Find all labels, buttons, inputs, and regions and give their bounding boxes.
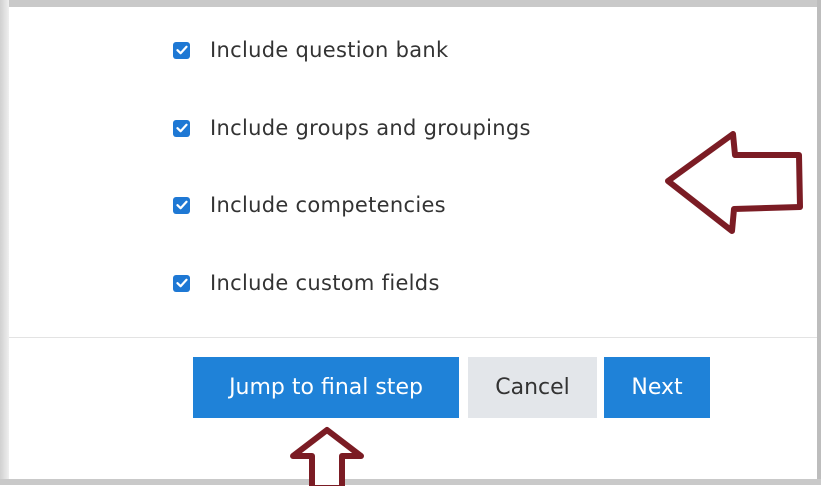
option-include-competencies[interactable]: Include competencies bbox=[173, 191, 446, 219]
checkmark-icon bbox=[175, 278, 188, 288]
left-pointing-arrow-icon bbox=[665, 131, 803, 234]
window-frame-top bbox=[0, 0, 821, 7]
option-label: Include groups and groupings bbox=[210, 116, 531, 140]
cancel-button[interactable]: Cancel bbox=[468, 357, 597, 418]
option-label: Include competencies bbox=[210, 193, 446, 217]
option-label: Include question bank bbox=[210, 38, 449, 62]
checkbox-question-bank[interactable] bbox=[173, 41, 190, 59]
jump-to-final-step-button[interactable]: Jump to final step bbox=[193, 357, 459, 418]
next-button[interactable]: Next bbox=[604, 357, 710, 418]
window-frame-left bbox=[0, 0, 9, 485]
footer-divider bbox=[9, 337, 817, 338]
option-include-question-bank[interactable]: Include question bank bbox=[173, 36, 449, 64]
checkbox-custom-fields[interactable] bbox=[173, 274, 190, 292]
option-include-custom-fields[interactable]: Include custom fields bbox=[173, 269, 440, 297]
checkmark-icon bbox=[175, 45, 188, 55]
window-frame-bottom bbox=[0, 479, 821, 485]
option-label: Include custom fields bbox=[210, 271, 440, 295]
checkmark-icon bbox=[175, 200, 188, 210]
up-pointing-arrow-icon bbox=[290, 427, 364, 486]
window-frame-right bbox=[817, 0, 821, 485]
option-include-groups-and-groupings[interactable]: Include groups and groupings bbox=[173, 114, 531, 142]
checkmark-icon bbox=[175, 123, 188, 133]
checkbox-groups-and-groupings[interactable] bbox=[173, 119, 190, 137]
checkbox-competencies[interactable] bbox=[173, 196, 190, 214]
